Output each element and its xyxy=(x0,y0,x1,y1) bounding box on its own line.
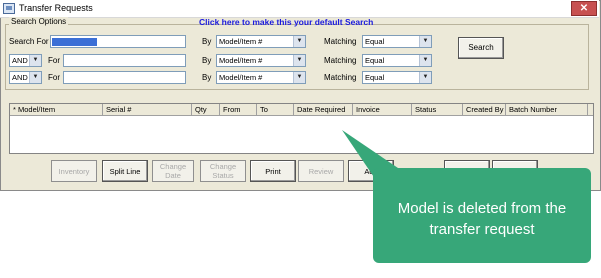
matching-label-1: Matching xyxy=(324,37,357,46)
callout-text: Model is deleted from the transfer reque… xyxy=(397,200,567,238)
by-select-1[interactable]: Model/Item # ▼ xyxy=(216,35,306,48)
by-label-2: By xyxy=(202,56,212,65)
by-select-2[interactable]: Model/Item # ▼ xyxy=(216,54,306,67)
search-text-selection xyxy=(52,38,97,46)
for-input-2[interactable] xyxy=(63,54,186,67)
for-label-3: For xyxy=(48,73,60,82)
by-select-2-value: Model/Item # xyxy=(219,56,263,65)
split-line-button[interactable]: Split Line xyxy=(102,160,148,182)
matching-select-3[interactable]: Equal ▼ xyxy=(362,71,432,84)
chevron-down-icon: ▼ xyxy=(293,55,305,66)
search-options-label: Search Options xyxy=(9,17,69,26)
by-select-3-value: Model/Item # xyxy=(219,73,263,82)
inventory-button[interactable]: Inventory xyxy=(51,160,97,182)
by-select-3[interactable]: Model/Item # ▼ xyxy=(216,71,306,84)
chevron-down-icon: ▼ xyxy=(29,55,41,66)
logic-select-2-value: AND xyxy=(12,56,28,65)
column-header-serial[interactable]: Serial # xyxy=(103,104,192,116)
change-date-button[interactable]: Change Date xyxy=(152,160,194,182)
matching-label-3: Matching xyxy=(324,73,357,82)
column-header-batch-number[interactable]: Batch Number xyxy=(506,104,588,116)
review-button[interactable]: Review xyxy=(298,160,344,182)
window-title: Transfer Requests xyxy=(19,3,93,13)
column-header-from[interactable]: From xyxy=(220,104,257,116)
column-header-qty[interactable]: Qty xyxy=(192,104,220,116)
print-button[interactable]: Print xyxy=(250,160,296,182)
search-for-label: Search For xyxy=(9,37,49,46)
chevron-down-icon: ▼ xyxy=(293,36,305,47)
for-input-3[interactable] xyxy=(63,71,186,84)
column-header-date-required[interactable]: Date Required xyxy=(294,104,353,116)
logic-select-3-value: AND xyxy=(12,73,28,82)
matching-select-2[interactable]: Equal ▼ xyxy=(362,54,432,67)
close-button[interactable]: ✕ xyxy=(571,1,597,16)
by-label-1: By xyxy=(202,37,212,46)
column-header-created-by[interactable]: Created By xyxy=(463,104,506,116)
chevron-down-icon: ▼ xyxy=(419,72,431,83)
column-header-status[interactable]: Status xyxy=(412,104,463,116)
logic-select-2[interactable]: AND ▼ xyxy=(9,54,42,67)
app-icon xyxy=(3,3,15,14)
column-header-to[interactable]: To xyxy=(257,104,294,116)
search-button[interactable]: Search xyxy=(458,37,504,59)
column-header-model-item[interactable]: * Model/Item xyxy=(10,104,103,116)
column-header-invoice[interactable]: Invoice xyxy=(353,104,412,116)
chevron-down-icon: ▼ xyxy=(293,72,305,83)
by-label-3: By xyxy=(202,73,212,82)
make-default-search-link[interactable]: Click here to make this your default Sea… xyxy=(199,17,373,27)
chevron-down-icon: ▼ xyxy=(419,36,431,47)
matching-select-2-value: Equal xyxy=(365,56,385,65)
by-select-1-value: Model/Item # xyxy=(219,37,263,46)
chevron-down-icon: ▼ xyxy=(419,55,431,66)
change-status-button[interactable]: Change Status xyxy=(200,160,246,182)
matching-select-3-value: Equal xyxy=(365,73,385,82)
logic-select-3[interactable]: AND ▼ xyxy=(9,71,42,84)
matching-select-1[interactable]: Equal ▼ xyxy=(362,35,432,48)
for-label-2: For xyxy=(48,56,60,65)
matching-label-2: Matching xyxy=(324,56,357,65)
matching-select-1-value: Equal xyxy=(365,37,385,46)
chevron-down-icon: ▼ xyxy=(29,72,41,83)
